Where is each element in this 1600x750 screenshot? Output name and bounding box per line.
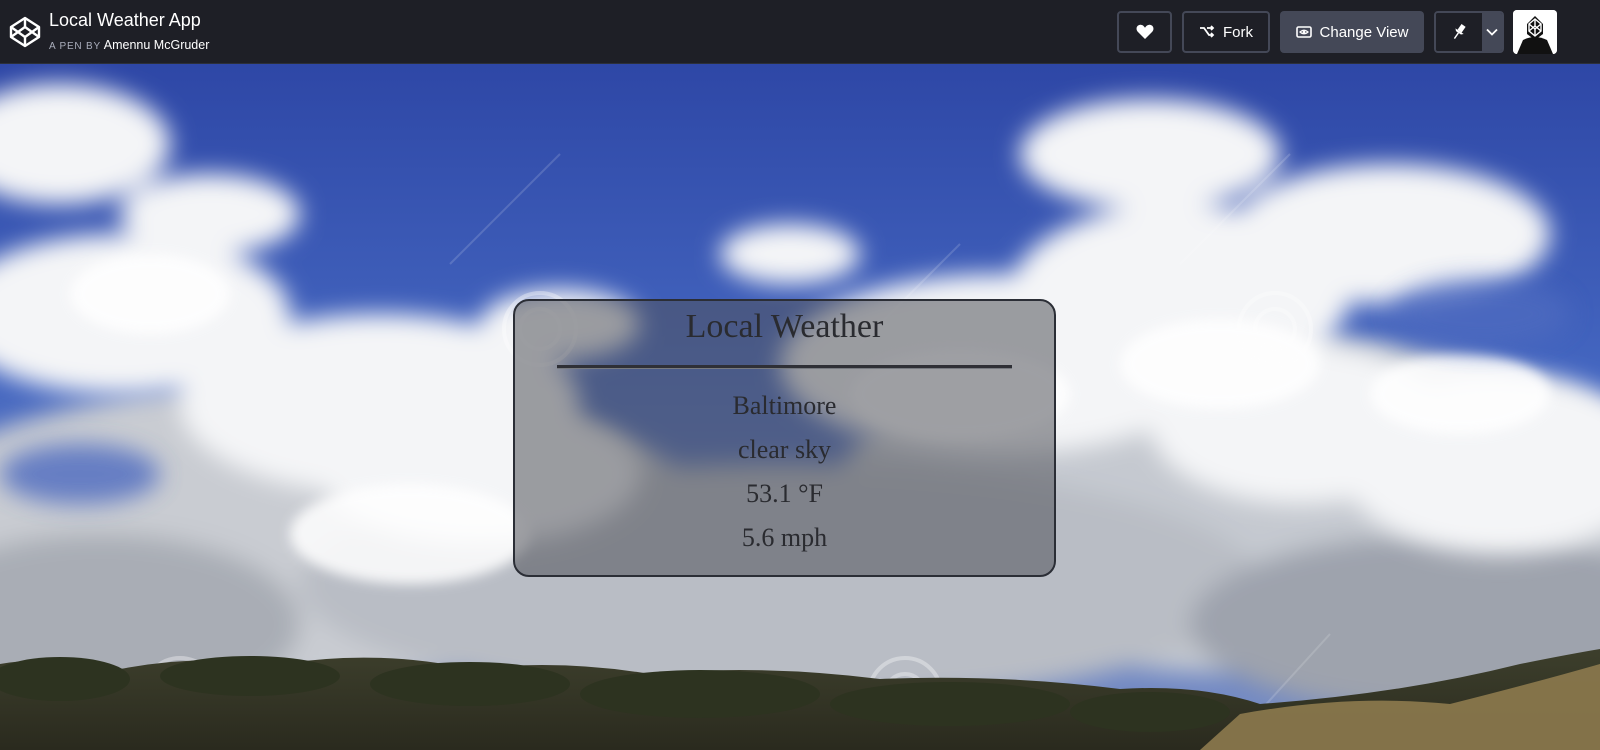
fork-button[interactable]: Fork bbox=[1182, 11, 1270, 53]
like-button[interactable] bbox=[1117, 11, 1172, 53]
change-view-button[interactable]: Change View bbox=[1280, 11, 1424, 53]
weather-description: clear sky bbox=[737, 435, 832, 464]
chevron-down-icon bbox=[1486, 28, 1498, 36]
change-view-label: Change View bbox=[1319, 23, 1409, 41]
fork-label: Fork bbox=[1223, 23, 1253, 41]
codepen-logo-icon[interactable] bbox=[8, 15, 42, 49]
pen-by-label: A PEN BY bbox=[49, 41, 101, 52]
city-name: Baltimore bbox=[732, 391, 837, 420]
heart-icon bbox=[1136, 24, 1153, 39]
weather-title: Local Weather bbox=[685, 308, 884, 345]
pin-dropdown-toggle[interactable] bbox=[1482, 13, 1502, 51]
pin-menu bbox=[1434, 11, 1504, 53]
weather-card: Local Weather Baltimore clear sky 53.1 °… bbox=[513, 299, 1056, 577]
pen-title[interactable]: Local Weather App bbox=[49, 9, 201, 31]
eye-icon bbox=[1295, 26, 1312, 38]
user-avatar[interactable] bbox=[1513, 10, 1557, 54]
pen-author-line: A PEN BY Amennu McGruder bbox=[49, 37, 209, 55]
pin-button[interactable] bbox=[1436, 13, 1482, 51]
fork-icon bbox=[1200, 25, 1215, 38]
temperature-value[interactable]: 53.1 °F bbox=[515, 479, 1054, 509]
wind-speed: 5.6 mph bbox=[741, 523, 828, 552]
codepen-header: Local Weather App A PEN BY Amennu McGrud… bbox=[0, 0, 1600, 64]
title-divider bbox=[557, 365, 1012, 369]
author-link[interactable]: Amennu McGruder bbox=[104, 38, 210, 52]
pin-icon bbox=[1453, 24, 1466, 39]
avatar-icon bbox=[1513, 10, 1557, 54]
